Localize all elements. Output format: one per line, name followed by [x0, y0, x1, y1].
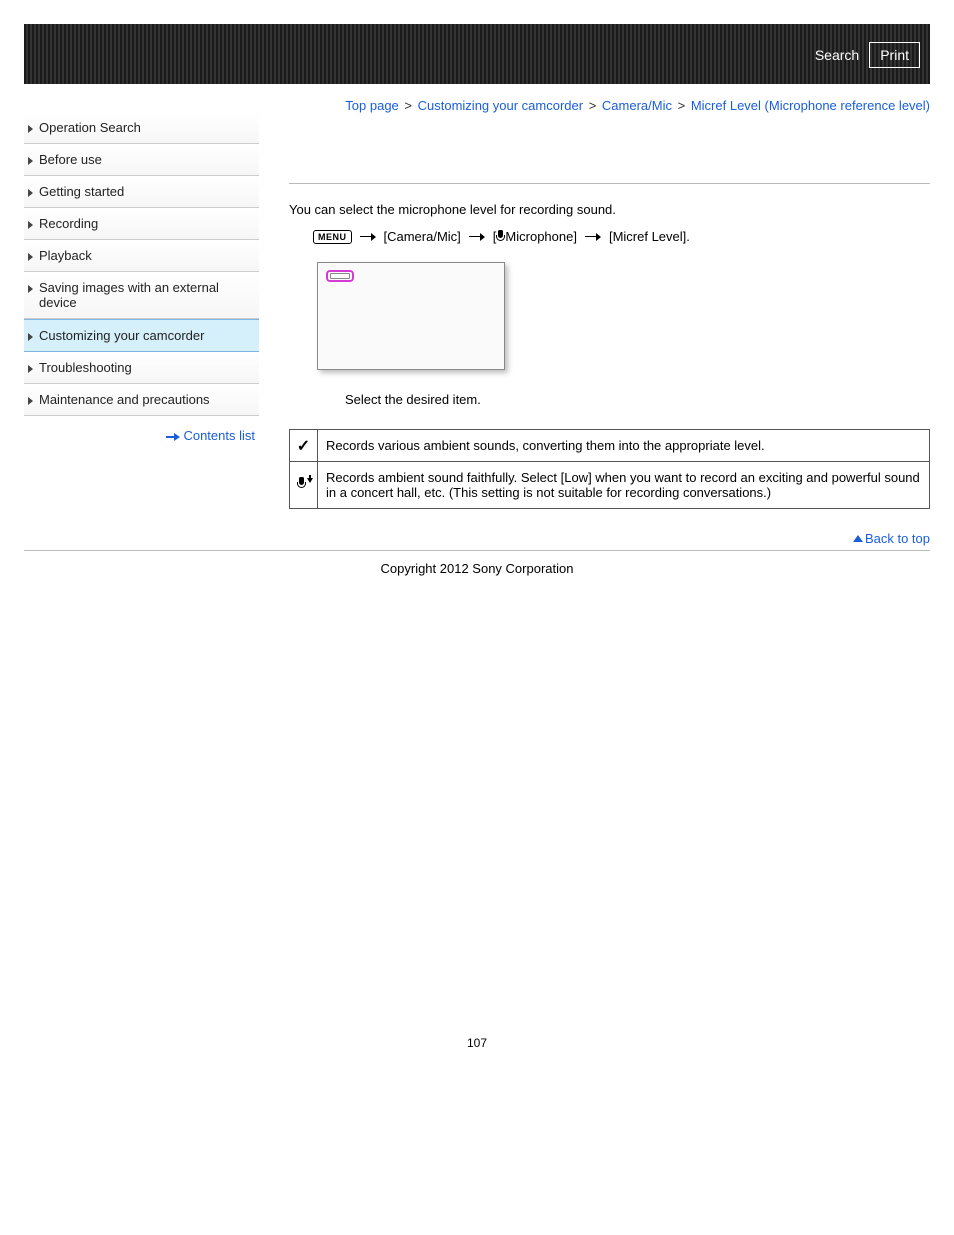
option-description: Records various ambient sounds, converti… [318, 430, 930, 462]
check-icon: ✓ [297, 438, 310, 455]
option-description: Records ambient sound faithfully. Select… [318, 462, 930, 509]
divider [289, 183, 930, 184]
sidebar-item-label: Getting started [39, 184, 124, 199]
sidebar-item-label: Recording [39, 216, 98, 231]
caret-icon [28, 125, 33, 133]
sidebar-item-label: Saving images with an external device [39, 280, 255, 310]
caret-icon [28, 189, 33, 197]
menu-path: MENU [Camera/Mic] [Microphone] [Micref L… [313, 229, 930, 244]
breadcrumb: Top page > Customizing your camcorder > … [289, 98, 930, 113]
option-icon-cell: ✓ [290, 430, 318, 462]
up-triangle-icon [853, 535, 863, 542]
caret-icon [28, 397, 33, 405]
breadcrumb-link-2[interactable]: Camera/Mic [602, 98, 672, 113]
sidebar-item-label: Maintenance and precautions [39, 392, 210, 407]
print-button[interactable]: Print [869, 42, 920, 68]
options-table: ✓ Records various ambient sounds, convert… [289, 429, 930, 509]
contents-list-label: Contents list [183, 428, 255, 443]
breadcrumb-link-1[interactable]: Customizing your camcorder [418, 98, 583, 113]
sidebar-item[interactable]: Customizing your camcorder [24, 319, 259, 352]
sidebar-item[interactable]: Troubleshooting [24, 352, 259, 384]
search-link[interactable]: Search [815, 47, 859, 63]
option-icon-cell [290, 462, 318, 509]
table-row: Records ambient sound faithfully. Select… [290, 462, 930, 509]
arrow-icon [360, 234, 376, 240]
copyright-text: Copyright 2012 Sony Corporation [24, 551, 930, 616]
screen-menu-highlight [326, 270, 354, 282]
arrow-icon [585, 234, 601, 240]
menu-button-icon: MENU [313, 230, 352, 244]
caret-icon [28, 285, 33, 293]
sidebar-item-label: Troubleshooting [39, 360, 132, 375]
contents-list-link[interactable]: Contents list [166, 428, 255, 443]
breadcrumb-link-3[interactable]: Micref Level (Microphone reference level… [691, 98, 930, 113]
path-step-3: [Micref Level]. [609, 229, 690, 244]
back-to-top-label: Back to top [865, 531, 930, 546]
breadcrumb-sep: > [589, 98, 597, 113]
breadcrumb-link-0[interactable]: Top page [345, 98, 399, 113]
page-number: 107 [24, 1036, 930, 1050]
sidebar-item[interactable]: Before use [24, 144, 259, 176]
main-content: Top page > Customizing your camcorder > … [289, 98, 930, 550]
path-step-2: [Microphone] [493, 229, 577, 244]
table-row: ✓ Records various ambient sounds, convert… [290, 430, 930, 462]
path-step-1: [Camera/Mic] [384, 229, 461, 244]
sidebar-item-label: Customizing your camcorder [39, 328, 204, 343]
arrow-icon [469, 234, 485, 240]
caret-icon [28, 253, 33, 261]
arrow-right-icon [166, 434, 180, 440]
mic-low-icon [295, 475, 313, 493]
back-to-top-link[interactable]: Back to top [853, 531, 930, 546]
caret-icon [28, 333, 33, 341]
caret-icon [28, 157, 33, 165]
screen-illustration [317, 262, 505, 370]
sidebar-item[interactable]: Recording [24, 208, 259, 240]
sidebar-item[interactable]: Maintenance and precautions [24, 384, 259, 416]
sidebar-item-label: Operation Search [39, 120, 141, 135]
breadcrumb-sep: > [678, 98, 686, 113]
sidebar: Operation Search Before use Getting starte… [24, 98, 259, 443]
sidebar-item[interactable]: Operation Search [24, 112, 259, 144]
sidebar-item[interactable]: Playback [24, 240, 259, 272]
caret-icon [28, 365, 33, 373]
mic-icon [496, 230, 505, 243]
breadcrumb-sep: > [404, 98, 412, 113]
sidebar-item[interactable]: Saving images with an external device [24, 272, 259, 319]
select-instruction: Select the desired item. [345, 392, 930, 407]
intro-text: You can select the microphone level for … [289, 202, 930, 217]
caret-icon [28, 221, 33, 229]
sidebar-item[interactable]: Getting started [24, 176, 259, 208]
sidebar-item-label: Playback [39, 248, 92, 263]
header-bar: Search Print [24, 24, 930, 84]
sidebar-item-label: Before use [39, 152, 102, 167]
